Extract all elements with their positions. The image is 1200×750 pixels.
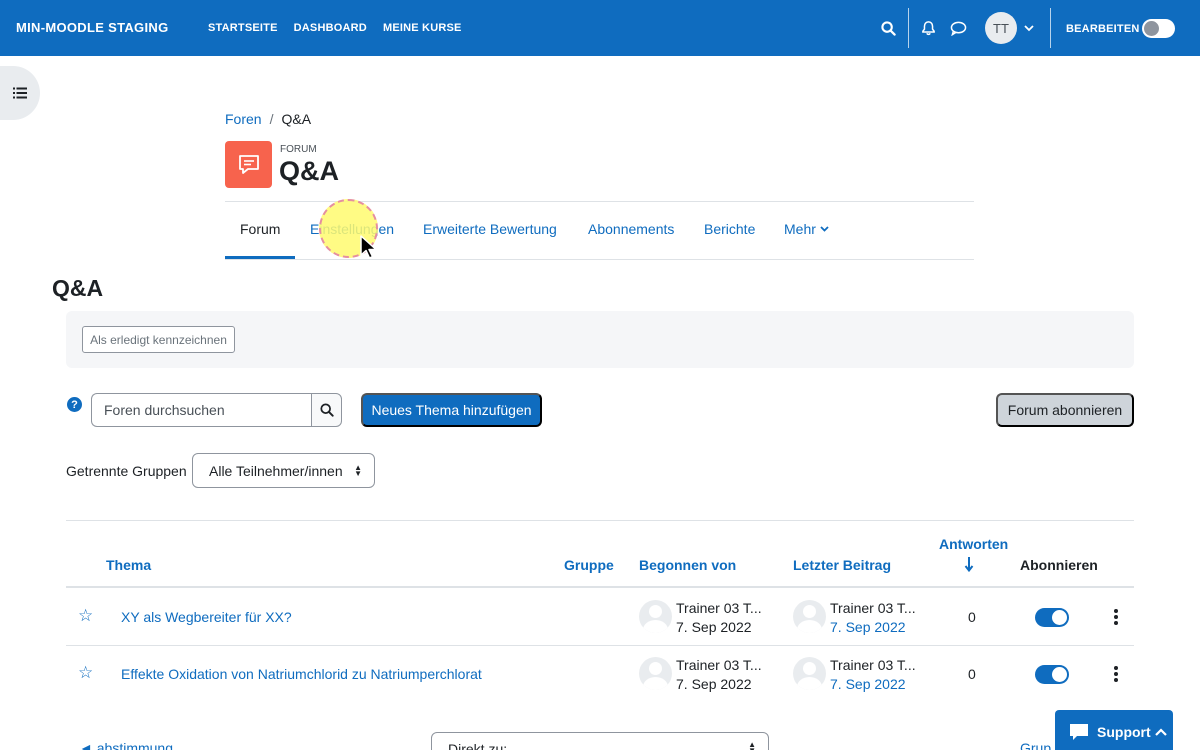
breadcrumb-current: Q&A: [281, 111, 312, 127]
primary-navigation: STARTSEITE DASHBOARD MEINE KURSE: [208, 22, 478, 34]
tab-abonnements[interactable]: Abonnements: [588, 221, 674, 237]
subscribe-toggle[interactable]: [1035, 665, 1069, 684]
search-icon[interactable]: [878, 18, 898, 38]
avatar: [793, 657, 826, 690]
search-button[interactable]: [311, 393, 342, 427]
select-arrows-icon: ▲▼: [748, 740, 756, 750]
add-topic-button[interactable]: Neues Thema hinzufügen: [361, 393, 542, 427]
last-post-date-link[interactable]: 7. Sep 2022: [830, 676, 906, 692]
column-header-group[interactable]: Gruppe: [564, 557, 614, 573]
secondary-nav-bottom-border: [225, 259, 974, 260]
column-header-replies[interactable]: Antworten: [939, 536, 1008, 552]
tab-berichte[interactable]: Berichte: [704, 221, 755, 237]
avatar: [639, 657, 672, 690]
started-by-name: Trainer 03 T...: [676, 600, 762, 616]
column-header-last-post[interactable]: Letzter Beitrag: [793, 557, 891, 573]
star-icon[interactable]: ☆: [78, 606, 93, 626]
nav-link-dashboard[interactable]: DASHBOARD: [294, 22, 367, 34]
tab-mehr-label: Mehr: [784, 221, 816, 237]
started-date: 7. Sep 2022: [676, 676, 752, 692]
forum-heading: Q&A: [52, 275, 104, 301]
last-post-date-link[interactable]: 7. Sep 2022: [830, 619, 906, 635]
help-icon[interactable]: ?: [67, 397, 82, 412]
bell-icon[interactable]: [918, 18, 938, 38]
column-header-subscribe: Abonnieren: [1020, 557, 1098, 573]
breadcrumb-link-foren[interactable]: Foren: [225, 111, 262, 127]
page-title: Q&A: [279, 156, 339, 186]
next-activity-link[interactable]: Grup: [1020, 740, 1051, 750]
top-navbar: MIN-MOODLE STAGING STARTSEITE DASHBOARD …: [0, 0, 1200, 56]
jump-to-select[interactable]: Direkt zu: ▲▼: [431, 732, 769, 750]
topic-link[interactable]: Effekte Oxidation von Natriumchlorid zu …: [121, 666, 482, 682]
table-top-border: [66, 520, 1134, 521]
topic-link[interactable]: XY als Wegbereiter für XX?: [121, 609, 292, 625]
navbar-divider: [1050, 8, 1051, 48]
sort-down-arrow-icon: [964, 557, 974, 572]
support-button[interactable]: Support: [1055, 710, 1173, 750]
forum-search-input[interactable]: Foren durchsuchen: [91, 393, 312, 427]
nav-link-meine-kurse[interactable]: MEINE KURSE: [383, 22, 462, 34]
list-icon: [13, 87, 27, 99]
user-avatar[interactable]: TT: [985, 12, 1017, 44]
last-post-name: Trainer 03 T...: [830, 657, 916, 673]
previous-activity-link[interactable]: ◄ abstimmung: [79, 740, 173, 750]
replies-count: 0: [968, 666, 976, 682]
jump-to-label: Direkt zu:: [448, 741, 508, 750]
row-border: [66, 645, 1134, 646]
edit-mode-toggle[interactable]: [1142, 19, 1175, 38]
more-actions-icon[interactable]: [1111, 609, 1121, 625]
site-brand[interactable]: MIN-MOODLE STAGING: [16, 20, 168, 35]
edit-mode-label: BEARBEITEN: [1066, 23, 1140, 35]
chevron-down-icon[interactable]: [1019, 18, 1039, 38]
more-actions-icon[interactable]: [1111, 666, 1121, 682]
subscribe-forum-button[interactable]: Forum abonnieren: [996, 393, 1134, 427]
avatar: [639, 600, 672, 633]
started-by-name: Trainer 03 T...: [676, 657, 762, 673]
navbar-divider: [908, 8, 909, 48]
chevron-up-icon: [1154, 728, 1167, 736]
replies-count: 0: [968, 609, 976, 625]
star-icon[interactable]: ☆: [78, 663, 93, 683]
course-index-toggle[interactable]: [0, 66, 40, 120]
breadcrumb: Foren / Q&A: [225, 111, 311, 127]
tab-mehr[interactable]: Mehr: [784, 221, 829, 237]
activity-type-label: FORUM: [280, 144, 317, 155]
started-date: 7. Sep 2022: [676, 619, 752, 635]
table-header-border: [66, 586, 1134, 588]
forum-icon: [225, 141, 272, 188]
mouse-cursor-icon: [360, 235, 377, 259]
last-post-name: Trainer 03 T...: [830, 600, 916, 616]
chat-icon: [1070, 724, 1088, 740]
select-arrows-icon: ▲▼: [354, 463, 362, 478]
support-label: Support: [1097, 724, 1151, 740]
breadcrumb-separator: /: [269, 111, 274, 127]
tab-erweiterte-bewertung[interactable]: Erweiterte Bewertung: [423, 221, 557, 237]
groups-select[interactable]: Alle Teilnehmer/innen ▲ ▼: [192, 453, 375, 488]
avatar: [793, 600, 826, 633]
groups-select-value: Alle Teilnehmer/innen: [209, 462, 343, 479]
nav-link-startseite[interactable]: STARTSEITE: [208, 22, 278, 34]
groups-label: Getrennte Gruppen: [66, 463, 187, 479]
subscribe-toggle[interactable]: [1035, 608, 1069, 627]
column-header-started-by[interactable]: Begonnen von: [639, 557, 736, 573]
tab-forum[interactable]: Forum: [240, 221, 280, 237]
messages-icon[interactable]: [948, 18, 968, 38]
search-icon: [319, 403, 334, 417]
chevron-down-icon: [820, 226, 829, 232]
mark-done-button[interactable]: Als erledigt kennzeichnen: [82, 326, 235, 353]
column-header-topic[interactable]: Thema: [106, 557, 151, 573]
